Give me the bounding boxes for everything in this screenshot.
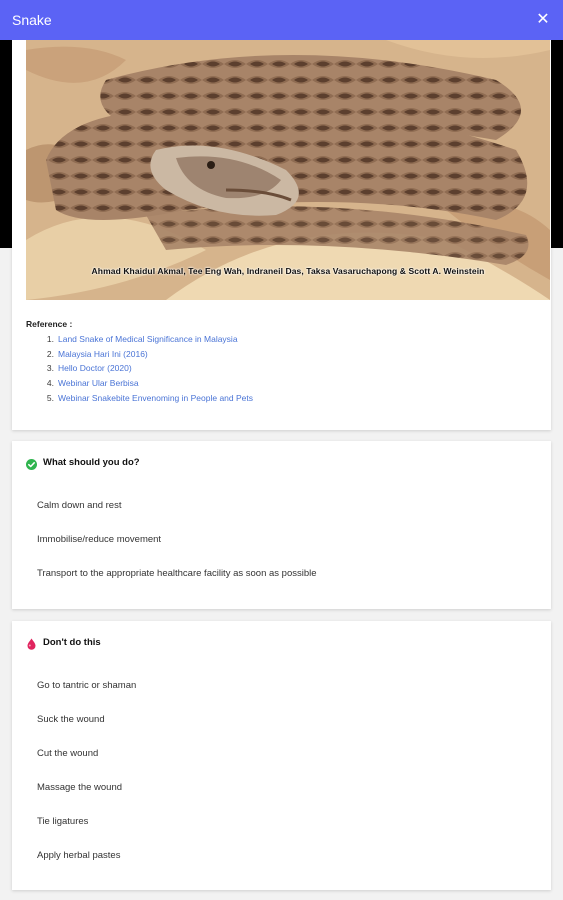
list-item: Transport to the appropriate healthcare …	[37, 568, 317, 579]
snake-info-card: Ahmad Khaidul Akmal, Tee Eng Wah, Indran…	[12, 40, 551, 430]
what-to-do-card: What should you do? Calm down and rest I…	[12, 441, 551, 609]
reference-item: 4. Webinar Ular Berbisa	[40, 376, 253, 391]
snake-photo: Ahmad Khaidul Akmal, Tee Eng Wah, Indran…	[26, 40, 550, 300]
reference-link[interactable]: Webinar Ular Berbisa	[58, 378, 139, 388]
snake-photo-illustration	[26, 40, 550, 300]
dont-do-header: Don't do this	[26, 637, 101, 650]
dont-do-title: Don't do this	[43, 637, 101, 648]
reference-link[interactable]: Malaysia Hari Ini (2016)	[58, 349, 148, 359]
reference-heading: Reference :	[26, 319, 73, 329]
list-item: Tie ligatures	[37, 816, 89, 827]
reference-item: 3. Hello Doctor (2020)	[40, 361, 253, 376]
reference-item: 1. Land Snake of Medical Significance in …	[40, 332, 253, 347]
reference-item: 5. Webinar Snakebite Envenoming in People…	[40, 391, 253, 406]
list-item: Go to tantric or shaman	[37, 680, 137, 691]
check-circle-icon	[26, 457, 37, 470]
reference-number: 2.	[46, 348, 54, 359]
reference-link[interactable]: Webinar Snakebite Envenoming in People a…	[58, 393, 253, 403]
reference-item: 2. Malaysia Hari Ini (2016)	[40, 347, 253, 362]
reference-number: 1.	[46, 334, 54, 344]
list-item: Calm down and rest	[37, 500, 122, 511]
list-item: Massage the wound	[37, 782, 123, 793]
app-title: Snake	[12, 12, 52, 28]
what-to-do-header: What should you do?	[26, 457, 140, 470]
reference-number: 4.	[46, 378, 54, 389]
what-to-do-list: Calm down and rest Immobilise/reduce mov…	[37, 500, 317, 602]
reference-link[interactable]: Land Snake of Medical Significance in Ma…	[58, 334, 238, 344]
list-item: Suck the wound	[37, 714, 105, 725]
reference-list: 1. Land Snake of Medical Significance in …	[40, 332, 253, 405]
reference-number: 3.	[46, 363, 54, 374]
reference-number: 5.	[46, 392, 54, 403]
list-item: Immobilise/reduce movement	[37, 534, 162, 545]
what-to-do-title: What should you do?	[43, 457, 140, 468]
blood-drop-icon	[26, 637, 37, 650]
photo-caption: Ahmad Khaidul Akmal, Tee Eng Wah, Indran…	[91, 266, 485, 276]
dont-do-list: Go to tantric or shaman Suck the wound C…	[37, 680, 136, 884]
app-bar: Snake ✕	[0, 0, 563, 40]
close-icon[interactable]: ✕	[535, 12, 551, 28]
dont-do-card: Don't do this Go to tantric or shaman Su…	[12, 621, 551, 890]
list-item: Apply herbal pastes	[37, 850, 121, 861]
list-item: Cut the wound	[37, 748, 99, 759]
reference-link[interactable]: Hello Doctor (2020)	[58, 363, 132, 373]
